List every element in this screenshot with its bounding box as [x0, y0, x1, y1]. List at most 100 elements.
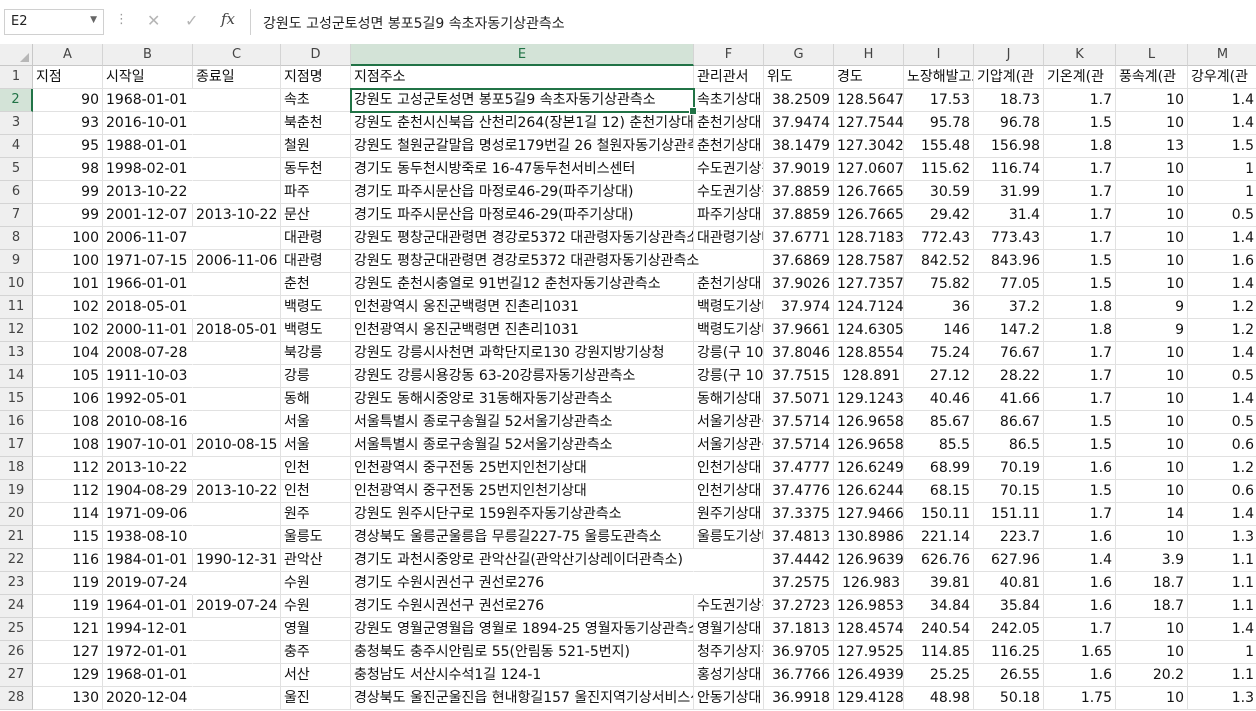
table-cell[interactable]: 춘천	[281, 273, 351, 296]
table-cell[interactable]: 충청남도 서산시수석1길 124-1	[351, 664, 694, 687]
table-cell[interactable]: 1968-01-01	[103, 89, 193, 112]
table-cell[interactable]: 18.73	[974, 89, 1044, 112]
table-cell[interactable]: 37.4777	[764, 457, 834, 480]
table-cell[interactable]: 36.7766	[764, 664, 834, 687]
table-cell[interactable]: 627.96	[974, 549, 1044, 572]
table-cell[interactable]: 116.25	[974, 641, 1044, 664]
row-header[interactable]: 3	[0, 112, 33, 135]
table-cell[interactable]: 1.4	[1188, 273, 1256, 296]
table-cell[interactable]: 서울특별시 종로구송월길 52서울기상관측소	[351, 411, 694, 434]
row-header[interactable]: 14	[0, 365, 33, 388]
table-cell[interactable]: 129.4128	[834, 687, 904, 710]
row-header[interactable]: 7	[0, 204, 33, 227]
table-cell[interactable]	[193, 618, 281, 641]
table-cell[interactable]: 1.1	[1188, 549, 1256, 572]
table-cell[interactable]: 1.4	[1188, 342, 1256, 365]
table-cell[interactable]: 강원도 춘천시충열로 91번길12 춘천자동기상관측소	[351, 273, 694, 296]
chevron-down-icon[interactable]: ▼	[90, 15, 97, 25]
table-cell[interactable]: 강릉	[281, 365, 351, 388]
table-cell[interactable]: 10	[1116, 89, 1188, 112]
table-cell[interactable]: 강원도 고성군토성면 봉포5길9 속초자동기상관측소	[351, 89, 694, 112]
row-header[interactable]: 1	[0, 66, 33, 89]
table-cell[interactable]: 강원도 평창군대관령면 경강로5372 대관령자동기상관측소	[351, 227, 694, 250]
table-cell[interactable]: 1.75	[1044, 687, 1116, 710]
table-cell[interactable]: 112	[33, 457, 103, 480]
table-cell[interactable]: 38.1479	[764, 135, 834, 158]
table-cell[interactable]: 40.81	[974, 572, 1044, 595]
table-cell[interactable]: 40.46	[904, 388, 974, 411]
table-cell[interactable]: 37.974	[764, 296, 834, 319]
row-header[interactable]: 18	[0, 457, 33, 480]
table-cell[interactable]	[193, 158, 281, 181]
table-cell[interactable]: 수도권기상청	[694, 595, 764, 618]
table-cell[interactable]: 155.48	[904, 135, 974, 158]
table-cell[interactable]	[193, 365, 281, 388]
table-cell[interactable]: 95	[33, 135, 103, 158]
table-cell[interactable]: 127.0607	[834, 158, 904, 181]
table-cell[interactable]: 773.43	[974, 227, 1044, 250]
table-cell[interactable]: 문산	[281, 204, 351, 227]
table-cell[interactable]: 1.7	[1044, 365, 1116, 388]
table-cell[interactable]: 126.9639	[834, 549, 904, 572]
table-cell[interactable]	[193, 273, 281, 296]
table-cell[interactable]: 1.5	[1044, 273, 1116, 296]
table-cell[interactable]: 115.62	[904, 158, 974, 181]
table-cell[interactable]: 96.78	[974, 112, 1044, 135]
table-cell[interactable]: 86.67	[974, 411, 1044, 434]
table-cell[interactable]: 대관령기상대	[694, 227, 764, 250]
table-cell[interactable]: 0.6	[1188, 480, 1256, 503]
table-cell[interactable]: 28.22	[974, 365, 1044, 388]
table-cell[interactable]: 10	[1116, 112, 1188, 135]
table-cell[interactable]: 1.2	[1188, 319, 1256, 342]
table-cell[interactable]: 37.8046	[764, 342, 834, 365]
table-cell[interactable]: 75.82	[904, 273, 974, 296]
table-cell[interactable]: 대관령	[281, 250, 351, 273]
table-cell[interactable]: 속초기상대	[694, 89, 764, 112]
table-cell[interactable]: 128.8554	[834, 342, 904, 365]
table-cell[interactable]: 수도권기상청	[694, 158, 764, 181]
table-cell[interactable]: 인천	[281, 480, 351, 503]
table-cell[interactable]: 114	[33, 503, 103, 526]
table-cell[interactable]: 충청북도 충주시안림로 55(안림동 521-5번지)	[351, 641, 694, 664]
column-header-J[interactable]: J	[974, 44, 1044, 66]
table-cell[interactable]: 0.5	[1188, 365, 1256, 388]
table-cell[interactable]: 청주기상지청	[694, 641, 764, 664]
table-cell[interactable]: 99	[33, 204, 103, 227]
table-cell[interactable]: 126.983	[834, 572, 904, 595]
table-cell[interactable]: 37.4776	[764, 480, 834, 503]
table-cell[interactable]: 서울특별시 종로구송월길 52서울기상관측소	[351, 434, 694, 457]
table-cell[interactable]: 서울	[281, 411, 351, 434]
table-cell[interactable]: 2019-07-24	[193, 595, 281, 618]
table-cell[interactable]: 126.9658	[834, 411, 904, 434]
table-cell[interactable]: 1.4	[1188, 227, 1256, 250]
table-cell[interactable]: 강원도 강릉시용강동 63-20강릉자동기상관측소	[351, 365, 694, 388]
table-cell[interactable]: 1.5	[1044, 480, 1116, 503]
table-cell[interactable]: 128.4574	[834, 618, 904, 641]
table-cell[interactable]: 1.1	[1188, 595, 1256, 618]
table-cell[interactable]: 101	[33, 273, 103, 296]
table-cell[interactable]: 116.74	[974, 158, 1044, 181]
table-cell[interactable]: 경기도 수원시권선구 권선로276	[351, 595, 694, 618]
table-cell[interactable]: 1.1	[1188, 572, 1256, 595]
table-cell[interactable]: 강릉(구 10	[694, 365, 764, 388]
table-cell[interactable]: 강릉(구 10	[694, 342, 764, 365]
table-cell[interactable]: 서산	[281, 664, 351, 687]
table-cell[interactable]: 인천광역시 옹진군백령면 진촌리1031	[351, 319, 694, 342]
table-cell[interactable]: 1.8	[1044, 296, 1116, 319]
table-cell[interactable]: 37.2	[974, 296, 1044, 319]
column-header-D[interactable]: D	[281, 44, 351, 66]
table-cell[interactable]: 39.81	[904, 572, 974, 595]
table-cell[interactable]: 9	[1116, 319, 1188, 342]
table-cell[interactable]: 37.8859	[764, 181, 834, 204]
row-header[interactable]: 17	[0, 434, 33, 457]
table-cell[interactable]: 48.98	[904, 687, 974, 710]
column-header-H[interactable]: H	[834, 44, 904, 66]
table-cell[interactable]: 124.6305	[834, 319, 904, 342]
header-cell[interactable]: 지점명	[281, 66, 351, 89]
table-cell[interactable]: 146	[904, 319, 974, 342]
table-cell[interactable]: 10	[1116, 526, 1188, 549]
table-cell[interactable]: 2018-05-01	[193, 319, 281, 342]
table-cell[interactable]: 1984-01-01	[103, 549, 193, 572]
table-cell[interactable]: 842.52	[904, 250, 974, 273]
table-cell[interactable]: 경기도 파주시문산읍 마정로46-29(파주기상대)	[351, 181, 694, 204]
